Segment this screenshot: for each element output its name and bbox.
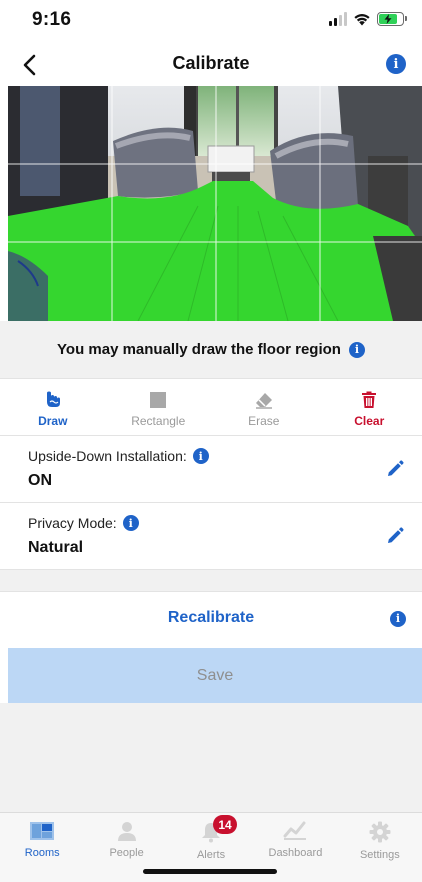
- info-icon: i: [390, 610, 406, 627]
- trash-icon: [362, 391, 377, 408]
- rooms-icon: [30, 822, 55, 840]
- rectangle-tool-label: Rectangle: [131, 414, 186, 428]
- tab-settings[interactable]: Settings: [338, 813, 422, 882]
- square-icon: [150, 392, 167, 408]
- person-icon: [117, 822, 136, 841]
- drawing-toolbar: Draw Rectangle Erase Clear: [0, 378, 422, 436]
- hand-draw-icon: [46, 391, 60, 407]
- alerts-count-badge: 14: [213, 815, 238, 834]
- tab-settings-label: Settings: [359, 849, 400, 861]
- cellular-signal-icon: [329, 12, 347, 26]
- battery-icon: [377, 12, 407, 26]
- edit-upside-down-button[interactable]: [386, 460, 404, 478]
- save-button[interactable]: Save: [8, 648, 422, 703]
- page-title: Calibrate: [172, 53, 250, 73]
- tab-rooms[interactable]: Rooms: [0, 813, 84, 882]
- recalibrate-info-button[interactable]: i: [390, 610, 406, 628]
- rectangle-tool-button[interactable]: Rectangle: [106, 379, 212, 435]
- info-icon[interactable]: i: [192, 448, 209, 464]
- upside-down-value: ON: [28, 472, 52, 489]
- calibrate-info-button[interactable]: i: [386, 54, 406, 74]
- instruction-banner: You may manually draw the floor region i: [0, 321, 422, 378]
- camera-calibration-canvas[interactable]: [8, 86, 422, 321]
- privacy-mode-value: Natural: [28, 539, 84, 556]
- tab-alerts-label: Alerts: [196, 849, 226, 861]
- tab-rooms-label: Rooms: [24, 847, 60, 859]
- draw-tool-label: Draw: [38, 414, 68, 428]
- navigation-bar: Calibrate i: [0, 44, 422, 86]
- tab-dashboard-label: Dashboard: [268, 847, 323, 859]
- section-divider: [0, 570, 422, 592]
- erase-tool-label: Erase: [248, 414, 280, 428]
- clear-tool-label: Clear: [354, 414, 385, 428]
- privacy-mode-setting-row[interactable]: Privacy Mode: i Natural: [0, 503, 422, 570]
- chart-icon: [283, 821, 307, 840]
- draw-tool-button[interactable]: Draw: [0, 379, 106, 435]
- info-icon[interactable]: i: [348, 341, 365, 358]
- tab-people-label: People: [109, 847, 144, 859]
- instruction-text: You may manually draw the floor region: [57, 341, 341, 358]
- info-icon[interactable]: i: [122, 515, 139, 531]
- pencil-icon: [388, 527, 404, 543]
- upside-down-setting-row[interactable]: Upside-Down Installation: i ON: [0, 436, 422, 503]
- recalibrate-row: Recalibrate i: [0, 592, 422, 648]
- privacy-mode-label-group: Privacy Mode: i: [28, 515, 139, 531]
- empty-area: [0, 703, 422, 812]
- camera-image: [8, 86, 422, 321]
- status-bar: 9:16: [0, 0, 422, 44]
- info-icon: i: [386, 54, 406, 74]
- privacy-mode-label: Privacy Mode:: [28, 515, 117, 531]
- recalibrate-button[interactable]: Recalibrate: [0, 609, 422, 627]
- pencil-icon: [388, 460, 404, 476]
- status-icons: [329, 12, 407, 26]
- gear-icon: [369, 821, 391, 843]
- upside-down-label: Upside-Down Installation:: [28, 448, 187, 464]
- eraser-icon: [255, 393, 272, 409]
- upside-down-label-group: Upside-Down Installation: i: [28, 448, 209, 464]
- wifi-icon: [354, 14, 370, 26]
- erase-tool-button[interactable]: Erase: [211, 379, 317, 435]
- edit-privacy-mode-button[interactable]: [386, 527, 404, 545]
- status-time: 9:16: [32, 9, 72, 30]
- home-indicator[interactable]: [143, 869, 277, 874]
- clear-tool-button[interactable]: Clear: [317, 379, 422, 435]
